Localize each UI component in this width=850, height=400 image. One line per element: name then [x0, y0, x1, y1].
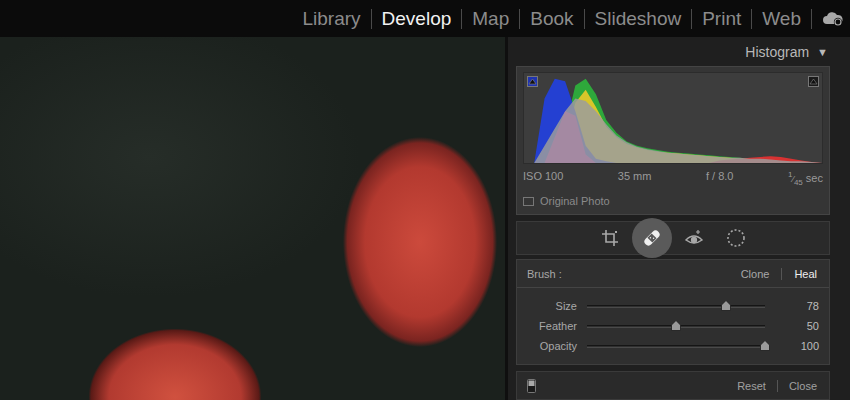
module-tab[interactable]: Map [462, 8, 519, 30]
brush-mode-button[interactable]: Clone [729, 268, 782, 280]
slider-value[interactable]: 78 [775, 300, 819, 312]
module-separator [751, 9, 752, 29]
slider-thumb-icon[interactable] [671, 320, 681, 331]
module-separator [519, 9, 520, 29]
slider-row: Size 78 [517, 296, 829, 316]
module-separator [691, 9, 692, 29]
module-separator [584, 9, 585, 29]
exif-info-row: ISO 100 35 mm f / 8.0 1⁄45 sec [523, 170, 823, 187]
crop-icon [600, 228, 620, 248]
slider-row: Opacity 100 [517, 336, 829, 356]
bandage-icon [641, 227, 663, 249]
histogram-header[interactable]: Histogram ▼ [516, 37, 830, 66]
focal-length-text: 35 mm [618, 170, 652, 187]
shutter-text: 1⁄45 sec [788, 170, 823, 187]
slider-track[interactable] [587, 345, 765, 348]
histogram-chart [524, 73, 822, 163]
close-button[interactable]: Close [777, 380, 819, 392]
module-bar: LibraryDevelopMapBookSlideshowPrintWeb [0, 0, 850, 37]
module-separator [461, 9, 462, 29]
histogram-luminance-series [524, 99, 822, 164]
slider-label: Feather [527, 320, 577, 332]
brush-modes: CloneHeal [729, 268, 819, 280]
cloud-sync-icon[interactable] [822, 11, 844, 27]
red-eye-icon [684, 228, 704, 248]
shadows-clipping-icon[interactable] [527, 76, 538, 87]
collapse-toggle[interactable]: ▼ [817, 46, 828, 58]
module-tab[interactable]: Book [520, 8, 583, 30]
slider-row: Feather 50 [517, 316, 829, 336]
module-separator [371, 9, 372, 29]
masking-icon [726, 228, 746, 248]
original-photo-checkbox[interactable]: Original Photo [523, 194, 823, 208]
right-panel: Histogram ▼ ISO 100 35 mm f / 8.0 1⁄45 sec Ori… [505, 37, 850, 400]
module-separator [811, 9, 812, 29]
tool-footer: ResetClose [516, 371, 830, 400]
slider-label: Opacity [527, 340, 577, 352]
histogram-blue-series [524, 79, 822, 163]
module-tab[interactable]: Slideshow [585, 8, 692, 30]
histogram-graph [523, 72, 823, 164]
slider-track[interactable] [587, 325, 765, 328]
histogram-panel: ISO 100 35 mm f / 8.0 1⁄45 sec Original Phot… [516, 66, 830, 215]
tool-strip [516, 221, 830, 255]
brush-header: Brush : CloneHeal [517, 260, 829, 288]
red-eye-tool-button[interactable] [674, 218, 714, 258]
module-tab[interactable]: Library [293, 8, 371, 30]
lightroom-window: LibraryDevelopMapBookSlideshowPrintWebHi… [0, 0, 850, 400]
cloud-status[interactable] [812, 11, 846, 27]
slider-label: Size [527, 300, 577, 312]
brush-label: Brush : [527, 268, 562, 280]
brush-panel: Brush : CloneHeal Size 78 Feather 50 Opacity 10… [516, 259, 830, 365]
aperture-text: f / 8.0 [706, 170, 734, 187]
slider-value[interactable]: 50 [775, 320, 819, 332]
photo-canvas[interactable] [0, 37, 505, 400]
module-tab[interactable]: Web [752, 8, 811, 30]
heal-tool-button[interactable] [632, 218, 672, 258]
module-tab[interactable]: Print [692, 8, 751, 30]
slider-thumb-icon[interactable] [721, 300, 731, 311]
histogram-title: Histogram [745, 44, 809, 60]
histogram-green-series [524, 79, 822, 163]
module-tab[interactable]: Develop [372, 8, 462, 30]
checkbox-box[interactable] [523, 197, 534, 206]
highlights-clipping-icon[interactable] [808, 76, 819, 87]
slider-value[interactable]: 100 [775, 340, 819, 352]
crop-tool-button[interactable] [590, 218, 630, 258]
iso-text: ISO 100 [523, 170, 563, 187]
masking-tool-button[interactable] [716, 218, 756, 258]
panel-switch-icon[interactable] [527, 379, 536, 393]
reset-button[interactable]: Reset [726, 380, 777, 392]
slider-thumb-icon[interactable] [760, 340, 770, 351]
brush-mode-button[interactable]: Heal [781, 268, 819, 280]
slider-track[interactable] [587, 305, 765, 308]
